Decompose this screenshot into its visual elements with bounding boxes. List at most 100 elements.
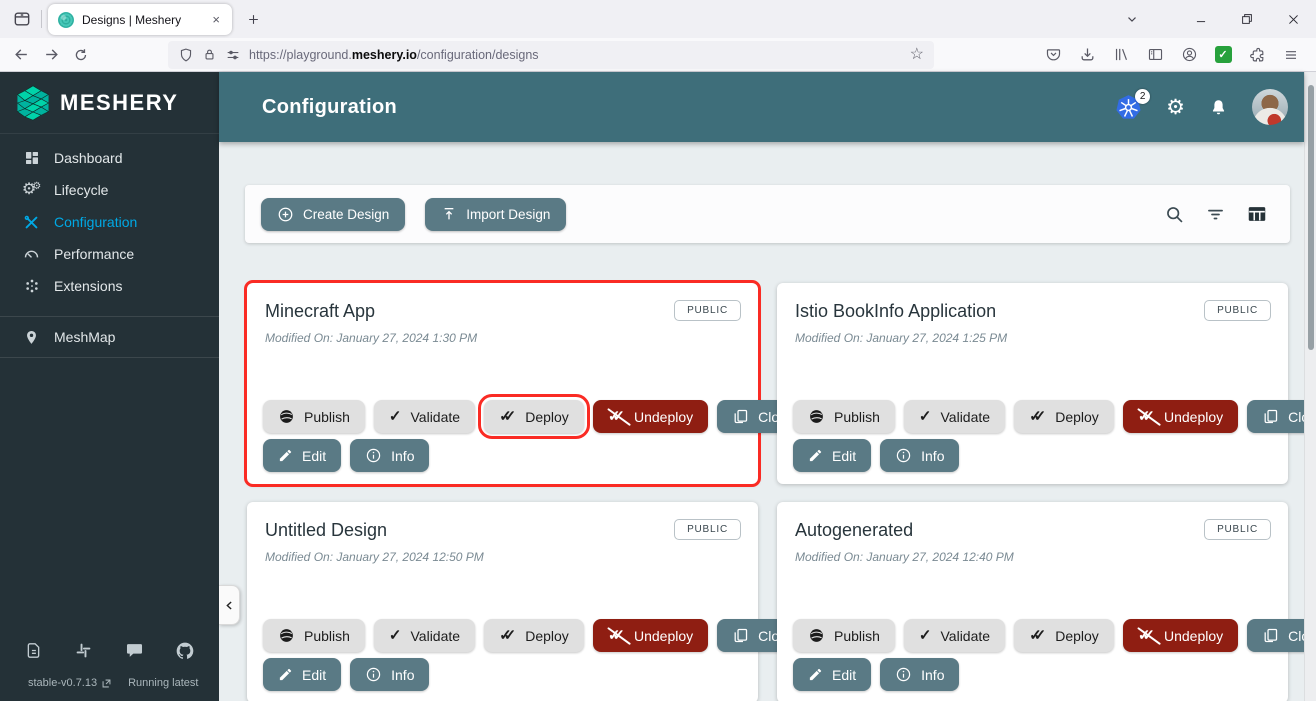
settings-gear-icon[interactable]	[1166, 95, 1185, 120]
url-path: /configuration/designs	[417, 48, 539, 62]
validate-button[interactable]: Validate	[904, 619, 1005, 652]
design-card-istio-bookinfo[interactable]: Istio BookInfo Application Modified On: …	[777, 283, 1288, 484]
download-icon[interactable]	[1072, 41, 1102, 69]
info-button[interactable]: Info	[880, 439, 959, 472]
sidebar-item-performance[interactable]: Performance	[0, 238, 219, 270]
filter-icon[interactable]	[1205, 204, 1226, 225]
account-icon[interactable]	[1174, 41, 1204, 69]
pocket-icon[interactable]	[1038, 41, 1068, 69]
adblock-check-extension-icon[interactable]	[1208, 41, 1238, 69]
github-icon[interactable]	[175, 641, 195, 661]
public-badge: PUBLIC	[1204, 519, 1271, 540]
kubernetes-context-icon[interactable]: 2	[1115, 94, 1142, 121]
chat-icon[interactable]	[125, 641, 144, 661]
new-tab-button[interactable]	[240, 7, 266, 31]
sidebar-item-meshmap[interactable]: MeshMap	[0, 321, 219, 353]
double-check-icon	[499, 409, 516, 424]
info-button[interactable]: Info	[350, 658, 429, 691]
globe-icon	[808, 408, 825, 425]
edit-button[interactable]: Edit	[793, 439, 871, 472]
page-title: Configuration	[262, 96, 397, 119]
deploy-button[interactable]: Deploy	[1014, 619, 1114, 652]
validate-button[interactable]: Validate	[374, 400, 475, 433]
design-card-untitled-design[interactable]: Untitled Design Modified On: January 27,…	[247, 502, 758, 701]
undeploy-button[interactable]: Undeploy	[1123, 619, 1238, 652]
reload-icon[interactable]	[66, 41, 96, 69]
url-bar[interactable]: https://playground.meshery.io/configurat…	[168, 41, 934, 69]
brand[interactable]: MESHERY	[0, 72, 219, 134]
docs-icon[interactable]	[24, 641, 43, 661]
minimize-icon[interactable]	[1178, 0, 1224, 38]
library-icon[interactable]	[1106, 41, 1136, 69]
tab-close-icon[interactable]: ×	[208, 11, 224, 28]
running-status: Running latest	[128, 677, 198, 689]
info-button[interactable]: Info	[880, 658, 959, 691]
copy-icon	[732, 627, 749, 644]
check-icon	[919, 409, 932, 424]
edit-button[interactable]: Edit	[263, 658, 341, 691]
slack-icon[interactable]	[74, 641, 93, 661]
publish-button[interactable]: Publish	[263, 400, 365, 433]
design-card-autogenerated[interactable]: Autogenerated Modified On: January 27, 2…	[777, 502, 1288, 701]
bookmark-star-icon[interactable]	[910, 47, 924, 63]
validate-button[interactable]: Validate	[374, 619, 475, 652]
browser-tab[interactable]: Designs | Meshery ×	[48, 4, 232, 35]
app-header: Configuration 2	[219, 72, 1304, 142]
sidebar-item-dashboard[interactable]: Dashboard	[0, 142, 219, 174]
deploy-button[interactable]: Deploy	[484, 400, 584, 433]
modified-on: Modified On: January 27, 2024 12:50 PM	[265, 550, 740, 564]
browser-chrome: Designs | Meshery ×	[0, 0, 1316, 72]
url-domain: meshery.io	[352, 48, 417, 62]
version-text[interactable]: stable-v0.7.13	[28, 677, 112, 689]
undeploy-button[interactable]: Undeploy	[593, 400, 708, 433]
edit-button[interactable]: Edit	[793, 658, 871, 691]
firefox-view-icon[interactable]	[8, 6, 36, 32]
page-scrollbar[interactable]	[1304, 72, 1316, 701]
scrollbar-thumb[interactable]	[1308, 85, 1314, 350]
table-view-icon[interactable]	[1246, 203, 1268, 225]
close-window-icon[interactable]	[1270, 0, 1316, 38]
publish-button[interactable]: Publish	[263, 619, 365, 652]
list-all-tabs-icon[interactable]	[1114, 0, 1150, 38]
sidebar-item-extensions[interactable]: Extensions	[0, 270, 219, 302]
deploy-button[interactable]: Deploy	[1014, 400, 1114, 433]
search-icon[interactable]	[1164, 204, 1185, 225]
sidebar-toggle-icon[interactable]	[1140, 41, 1170, 69]
publish-button[interactable]: Publish	[793, 619, 895, 652]
hamburger-menu-icon[interactable]	[1276, 41, 1306, 69]
meshmap-pin-icon	[22, 330, 41, 345]
designs-content: Create Design Import Design	[219, 142, 1304, 701]
info-button[interactable]: Info	[350, 439, 429, 472]
double-check-icon	[499, 628, 516, 643]
import-design-button[interactable]: Import Design	[425, 198, 566, 231]
design-title: Istio BookInfo Application	[795, 301, 1270, 322]
user-avatar[interactable]	[1252, 89, 1288, 125]
sidebar-item-configuration[interactable]: Configuration	[0, 206, 219, 238]
back-icon[interactable]	[6, 41, 36, 69]
create-design-button[interactable]: Create Design	[261, 198, 405, 231]
permissions-icon[interactable]	[225, 47, 241, 63]
sidebar-collapse-icon[interactable]	[219, 585, 240, 625]
notifications-bell-icon[interactable]	[1209, 98, 1228, 117]
sidebar-footer: stable-v0.7.13 Running latest	[0, 641, 219, 689]
modified-on: Modified On: January 27, 2024 12:40 PM	[795, 550, 1270, 564]
validate-button[interactable]: Validate	[904, 400, 1005, 433]
extensions-puzzle-icon[interactable]	[1242, 41, 1272, 69]
design-card-minecraft-app[interactable]: Minecraft App Modified On: January 27, 2…	[247, 283, 758, 484]
clone-button[interactable]: Clone	[1247, 619, 1304, 652]
tab-bar: Designs | Meshery ×	[0, 0, 1316, 38]
sidebar-item-lifecycle[interactable]: Lifecycle	[0, 174, 219, 206]
undeploy-button[interactable]: Undeploy	[1123, 400, 1238, 433]
publish-button[interactable]: Publish	[793, 400, 895, 433]
edit-button[interactable]: Edit	[263, 439, 341, 472]
undeploy-icon	[1138, 628, 1155, 643]
forward-icon[interactable]	[36, 41, 66, 69]
undeploy-button[interactable]: Undeploy	[593, 619, 708, 652]
restore-window-icon[interactable]	[1224, 0, 1270, 38]
upload-icon	[441, 206, 457, 222]
url-text[interactable]: https://playground.meshery.io/configurat…	[249, 48, 902, 62]
clone-button[interactable]: Clone	[1247, 400, 1304, 433]
sidebar: MESHERY Dashboard Lifecycle C	[0, 72, 219, 701]
meshery-favicon	[58, 12, 74, 28]
deploy-button[interactable]: Deploy	[484, 619, 584, 652]
